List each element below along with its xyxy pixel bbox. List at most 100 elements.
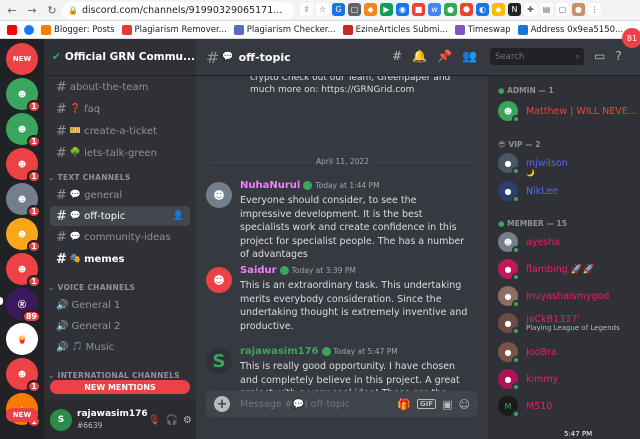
member-item[interactable]: ● kimmy <box>498 368 638 391</box>
category-voice-channels[interactable]: ⌄ VOICE CHANNELS <box>48 283 135 292</box>
channel-off-topic[interactable]: # 💬 off-topic 👤 <box>50 206 190 226</box>
channel-about-the-team[interactable]: # about-the-team <box>50 77 190 97</box>
channel-community-ideas[interactable]: # 💬 community-ideas <box>50 227 190 247</box>
address-bar[interactable]: 🔒 discord.com/channels/91990329065171... <box>62 2 294 19</box>
member-item[interactable]: ● NikLee <box>498 180 638 203</box>
role-category-vip: 😎 VIP — 2 <box>498 140 540 149</box>
star-icon[interactable]: ☆ <box>316 3 329 16</box>
back-icon[interactable]: ← <box>4 4 20 17</box>
avatar[interactable]: S <box>50 409 72 431</box>
extension-icon[interactable]: ● <box>444 3 457 16</box>
extension-icon[interactable]: G <box>332 3 345 16</box>
category-international[interactable]: ⌄ INTERNATIONAL CHANNELS <box>48 371 180 380</box>
member-item[interactable]: ● JooBra <box>498 341 638 364</box>
author-name[interactable]: NuhaNurul <box>240 180 300 191</box>
channel-memes[interactable]: # 🎭 memes <box>50 249 190 269</box>
sticker-icon[interactable]: ▣ <box>442 398 452 411</box>
new-unreads-button[interactable]: NEW <box>6 43 38 75</box>
puzzle-icon[interactable]: ✚ <box>524 3 537 16</box>
adblock-icon[interactable]: ⬣ <box>460 3 473 16</box>
blogger-icon <box>41 24 51 35</box>
server-icon[interactable]: ☻ 1 <box>6 218 41 253</box>
share-icon[interactable]: ⇪ <box>300 3 313 16</box>
extension-icon[interactable]: ■ <box>412 3 425 16</box>
help-icon[interactable]: ? <box>615 49 621 63</box>
member-item[interactable]: ● jaCkB1337' Playing League of Legends <box>498 312 638 335</box>
new-mentions-button[interactable]: NEW MENTIONS <box>50 380 190 394</box>
bookmark-facebook[interactable] <box>24 24 34 35</box>
extension-icon[interactable]: ▢ <box>348 3 361 16</box>
server-icon[interactable]: ☻ 1 <box>6 78 41 113</box>
channel-faq[interactable]: # ❓ faq <box>50 99 190 119</box>
voice-channel-general-1[interactable]: 🔊 General 1 <box>50 295 190 315</box>
user-info[interactable]: rajawasim176 #6639 <box>77 409 148 431</box>
server-icon[interactable]: Ⓡ 89 <box>6 288 41 323</box>
members-icon[interactable]: 👥 <box>462 49 477 63</box>
member-item[interactable]: M M510 <box>498 395 638 418</box>
gift-icon[interactable]: 🎁 <box>397 398 411 411</box>
server-icon[interactable]: ☻ 1 <box>6 358 41 393</box>
server-header[interactable]: ✔ Official GRN Commu... ⌄ <box>44 39 203 76</box>
inbox-icon[interactable]: ▭ <box>594 49 605 63</box>
reload-icon[interactable]: ↻ <box>44 4 60 17</box>
server-icon[interactable]: ☻ 1 <box>6 183 41 218</box>
threads-icon[interactable]: # <box>392 49 402 63</box>
avatar[interactable]: ☻ <box>206 267 232 293</box>
window-icon[interactable]: ▢ <box>556 3 569 16</box>
gif-button[interactable]: GIF <box>416 399 437 409</box>
extension-icon[interactable]: ◆ <box>492 3 505 16</box>
avatar[interactable]: S <box>206 348 232 374</box>
member-item[interactable]: ☻ ayesha <box>498 231 638 254</box>
attach-plus-icon[interactable]: + <box>214 396 230 412</box>
member-item[interactable]: ● mjwilson 🌙 <box>498 152 638 177</box>
settings-gear-icon[interactable]: ⚙ <box>183 415 192 426</box>
mic-muted-icon[interactable]: 🎙 <box>148 415 161 426</box>
server-icon[interactable]: ☻ 1 <box>6 113 41 148</box>
pin-icon[interactable]: 📌 <box>437 49 452 63</box>
bookmark-youtube[interactable] <box>7 24 17 35</box>
hash-icon: # <box>206 47 220 67</box>
tab-counter-badge[interactable]: 81 <box>622 28 640 48</box>
server-icon[interactable]: ☻ 1 <box>6 253 41 288</box>
extension-icon[interactable]: w <box>428 3 441 16</box>
forward-icon[interactable]: → <box>24 4 40 17</box>
voice-channel-general-2[interactable]: 🔊 General 2 <box>50 316 190 336</box>
bookmark-plagiarism-checker[interactable]: Plagiarism Checker... <box>233 24 336 35</box>
profile-avatar[interactable]: ● <box>572 3 585 16</box>
bookmark-address[interactable]: Address 0x9ea5150... <box>517 24 623 35</box>
member-item[interactable]: ● flambing 🚀🚀 <box>498 258 638 281</box>
channel-lets-talk-green[interactable]: # 🌳 lets-talk-green <box>50 143 190 163</box>
avatar[interactable]: ☻ <box>206 182 232 208</box>
author-name[interactable]: Saidur <box>240 265 277 276</box>
server-icon[interactable]: ☻ 1 <box>6 148 41 183</box>
channel-general[interactable]: # 💬 general <box>50 185 190 205</box>
extension-icon[interactable]: N <box>508 3 521 16</box>
add-member-icon[interactable]: 👤 <box>173 211 184 221</box>
menu-icon[interactable]: ⋮ <box>588 3 601 16</box>
server-icon[interactable]: 🍟 <box>6 323 38 355</box>
bookmark-ezine[interactable]: EzineArticles Submi... <box>342 24 448 35</box>
speech-bubble-icon: 💬 <box>69 190 82 200</box>
search-input[interactable]: Search ⌕ <box>490 48 584 65</box>
message-composer[interactable]: + Message #💬| off-topic 🎁 GIF ▣ ☺ <box>206 391 478 417</box>
new-unreads-bottom[interactable]: NEW <box>6 408 38 422</box>
voice-channel-music[interactable]: 🔊 🎵 Music <box>50 337 190 357</box>
extension-icon[interactable]: ◉ <box>396 3 409 16</box>
headphones-icon[interactable]: 🎧 <box>166 415 178 426</box>
member-item[interactable]: ● inuyashaismygod <box>498 285 638 308</box>
extension-icon[interactable]: ◐ <box>476 3 489 16</box>
metamask-icon[interactable]: ◆ <box>364 3 377 16</box>
category-text-channels[interactable]: ⌄ TEXT CHANNELS <box>48 173 131 182</box>
member-item[interactable]: ☻ Matthew | WILL NEVE... <box>498 100 638 123</box>
sidebar-icon[interactable]: ▤ <box>540 3 553 16</box>
author-name[interactable]: rajawasim176 <box>240 346 319 357</box>
member-activity: Playing League of Legends <box>526 324 620 332</box>
emoji-icon[interactable]: ☺ <box>459 398 470 411</box>
extension-icon[interactable]: ▶ <box>380 3 393 16</box>
bookmark-plagiarism-remover[interactable]: Plagiarism Remover... <box>121 24 227 35</box>
bookmark-blogger[interactable]: Blogger: Posts <box>41 24 115 35</box>
online-status-icon <box>512 356 520 364</box>
bookmark-timeswap[interactable]: Timeswap <box>454 24 511 35</box>
bell-icon[interactable]: 🔔 <box>412 49 427 63</box>
channel-create-a-ticket[interactable]: # 🎫 create-a-ticket <box>50 121 190 141</box>
